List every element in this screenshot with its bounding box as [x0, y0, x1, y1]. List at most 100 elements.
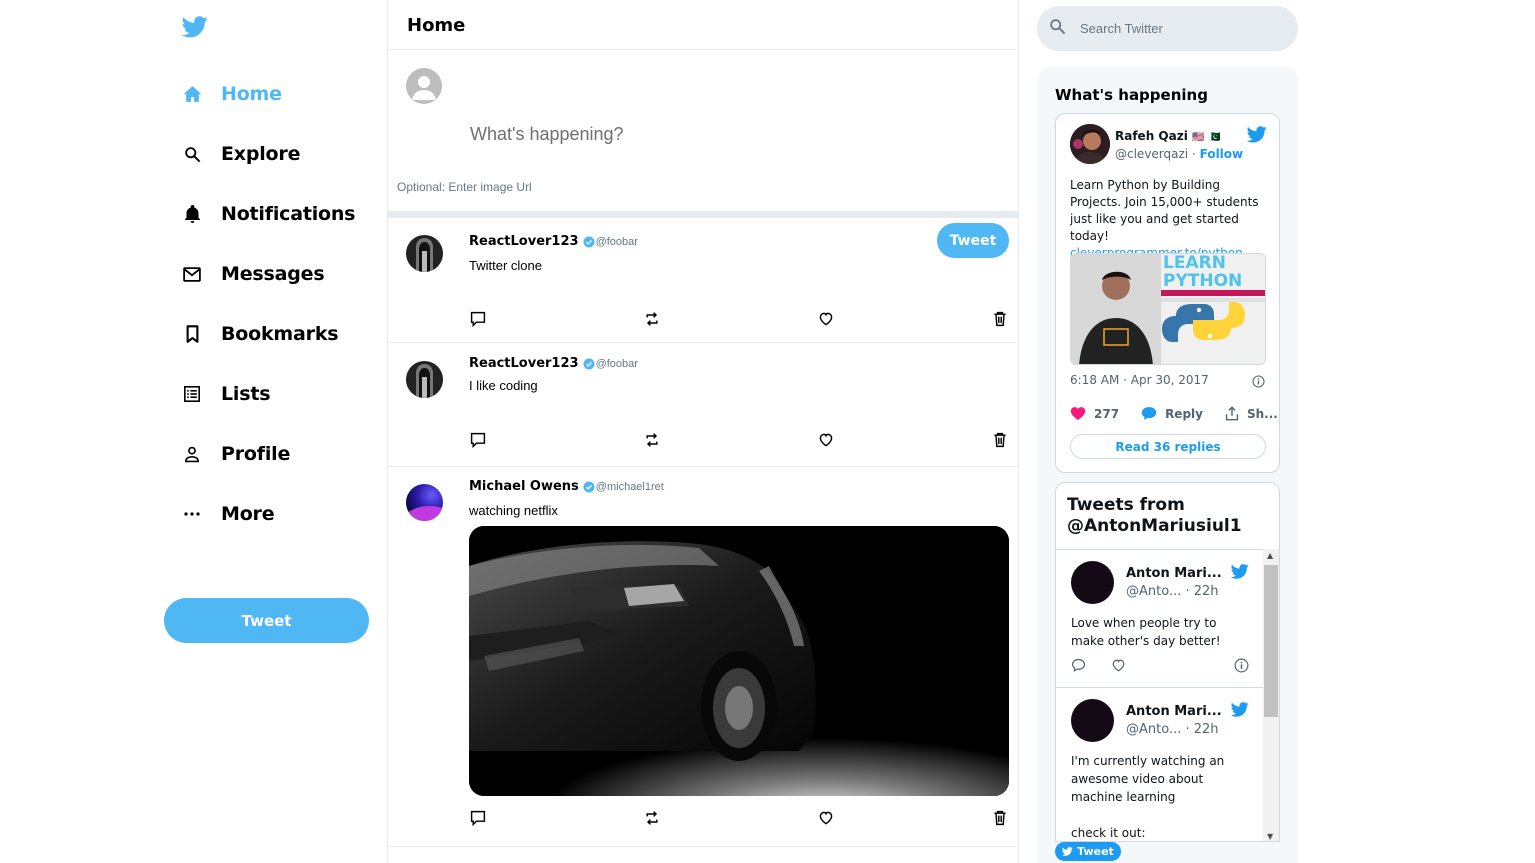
reply-action[interactable]: Reply [1141, 406, 1203, 421]
heart-icon[interactable] [1111, 658, 1126, 677]
share-icon [1225, 406, 1239, 421]
timeline-tweet-text: I'm currently watching an awesome video … [1071, 754, 1225, 840]
timeline-author-handle: @Anto... · 22h [1126, 722, 1219, 737]
twitter-bird-icon[interactable] [1230, 564, 1249, 583]
embed-author-handle: @cleverqazi · Follow [1115, 147, 1244, 161]
avatar[interactable] [1071, 561, 1114, 604]
post-actions [469, 431, 1009, 449]
image-url-input[interactable] [397, 180, 797, 194]
avatar [406, 484, 443, 521]
post-author-name[interactable]: Michael Owens [469, 479, 579, 494]
scrollbar-thumb[interactable] [1264, 565, 1278, 717]
timeline-author-name[interactable]: Anton Mari... [1126, 566, 1222, 581]
list-item[interactable]: Anton Mari... @Anto... · 22h I'm current… [1056, 688, 1264, 840]
scrollbar[interactable]: ▲ ▼ [1263, 549, 1279, 841]
reply-icon[interactable] [469, 431, 487, 449]
embed-text: Learn Python by Building Projects. Join … [1070, 178, 1259, 260]
post-header: ReactLover123 @foobar [469, 356, 638, 371]
delete-icon[interactable] [991, 310, 1009, 328]
sidebar-item-lists[interactable]: Lists [182, 379, 271, 409]
sidebar: Home Explore Notifications Messages Book… [164, 0, 386, 863]
scroll-up-icon[interactable]: ▲ [1267, 551, 1273, 560]
post-text: I like coding [469, 378, 538, 393]
widgets-panel: What's happening Rafeh Qazi 🇺🇸 🇵🇰 @cleve… [1037, 66, 1298, 863]
sidebar-item-messages[interactable]: Messages [182, 259, 325, 289]
sidebar-tweet-button[interactable]: Tweet [164, 598, 369, 643]
more-icon [182, 504, 202, 524]
sidebar-item-label: Explore [221, 143, 301, 165]
feed: Home Tweet ReactLover123 @foobar Twitter… [387, 0, 1019, 863]
heart-icon[interactable] [817, 431, 835, 449]
timeline-title[interactable]: Tweets from @AntonMariusiul1 [1067, 495, 1279, 537]
reply-bubble-icon [1141, 407, 1157, 420]
read-replies-button[interactable]: Read 36 replies [1070, 434, 1266, 459]
post-author-handle: @foobar [595, 235, 638, 248]
embed-actions: 277 Reply Sh... [1070, 406, 1278, 421]
embed-timestamp[interactable]: 6:18 AM · Apr 30, 2017 [1070, 373, 1209, 387]
timeline-tweet-text: Love when people try to make other's day… [1071, 616, 1221, 648]
verified-badge-icon [583, 236, 595, 247]
tweet-input[interactable] [470, 124, 970, 145]
timeline-author-handle: @Anto... · 22h [1126, 584, 1219, 599]
post-header: ReactLover123 @foobar [469, 234, 638, 249]
sidebar-item-notifications[interactable]: Notifications [182, 199, 355, 229]
post-actions [469, 809, 1009, 827]
search-bar[interactable] [1037, 6, 1298, 51]
sidebar-item-label: Bookmarks [221, 323, 339, 345]
avatar [406, 235, 443, 272]
post-text: Twitter clone [469, 258, 542, 273]
sidebar-item-profile[interactable]: Profile [182, 439, 290, 469]
retweet-icon[interactable] [643, 809, 661, 827]
heart-icon[interactable] [817, 809, 835, 827]
retweet-icon[interactable] [643, 310, 661, 328]
sidebar-item-label: Home [221, 83, 282, 105]
embed-author-name[interactable]: Rafeh Qazi 🇺🇸 🇵🇰 [1115, 129, 1220, 143]
timeline-tweet-button[interactable]: Tweet [1055, 842, 1121, 861]
page-title: Home [407, 15, 466, 36]
image-caption: PYTHON [1163, 271, 1243, 291]
search-input[interactable] [1080, 21, 1270, 36]
feed-header: Home [388, 0, 1018, 50]
post-author-name[interactable]: ReactLover123 [469, 234, 579, 249]
heart-icon[interactable] [817, 310, 835, 328]
list-icon [182, 384, 202, 404]
like-action[interactable]: 277 [1070, 406, 1119, 421]
sidebar-item-home[interactable]: Home [182, 79, 282, 109]
bookmark-icon [182, 324, 202, 344]
post-author-name[interactable]: ReactLover123 [469, 356, 579, 371]
info-icon[interactable] [1252, 373, 1265, 392]
heart-icon [1070, 407, 1086, 420]
search-icon [182, 144, 202, 164]
timeline-list[interactable]: Anton Mari... @Anto... · 22h Love when p… [1056, 549, 1264, 841]
embed-image[interactable]: LEARN PYTHON [1070, 253, 1266, 365]
reply-label: Reply [1165, 406, 1203, 421]
search-icon [1049, 18, 1066, 40]
reply-icon[interactable] [1071, 658, 1086, 677]
post: Michael Owens @michael1ret watching netf… [388, 467, 1018, 847]
reply-icon[interactable] [469, 310, 487, 328]
delete-icon[interactable] [991, 809, 1009, 827]
avatar[interactable] [1070, 124, 1110, 164]
info-icon[interactable] [1234, 658, 1249, 677]
retweet-icon[interactable] [643, 431, 661, 449]
flags: 🇺🇸 🇵🇰 [1192, 132, 1221, 143]
follow-link[interactable]: Follow [1200, 147, 1244, 161]
sidebar-item-more[interactable]: More [182, 499, 275, 529]
scroll-down-icon[interactable]: ▼ [1267, 832, 1273, 841]
embedded-tweet[interactable]: Rafeh Qazi 🇺🇸 🇵🇰 @cleverqazi · Follow Le… [1055, 113, 1280, 473]
sidebar-item-label: Lists [221, 383, 271, 405]
twitter-bird-icon[interactable] [1246, 126, 1267, 147]
list-item[interactable]: Anton Mari... @Anto... · 22h Love when p… [1056, 550, 1264, 688]
reply-icon[interactable] [469, 809, 487, 827]
timeline-author-name[interactable]: Anton Mari... [1126, 704, 1222, 719]
avatar[interactable] [1071, 699, 1114, 742]
sidebar-item-explore[interactable]: Explore [182, 139, 300, 169]
delete-icon[interactable] [991, 431, 1009, 449]
twitter-bird-icon[interactable] [181, 16, 208, 43]
post-image[interactable] [469, 526, 1009, 796]
like-count: 277 [1094, 406, 1120, 421]
post-actions [469, 310, 1009, 328]
twitter-bird-icon[interactable] [1230, 702, 1249, 721]
share-action[interactable]: Sh... [1225, 406, 1278, 421]
sidebar-item-bookmarks[interactable]: Bookmarks [182, 319, 339, 349]
